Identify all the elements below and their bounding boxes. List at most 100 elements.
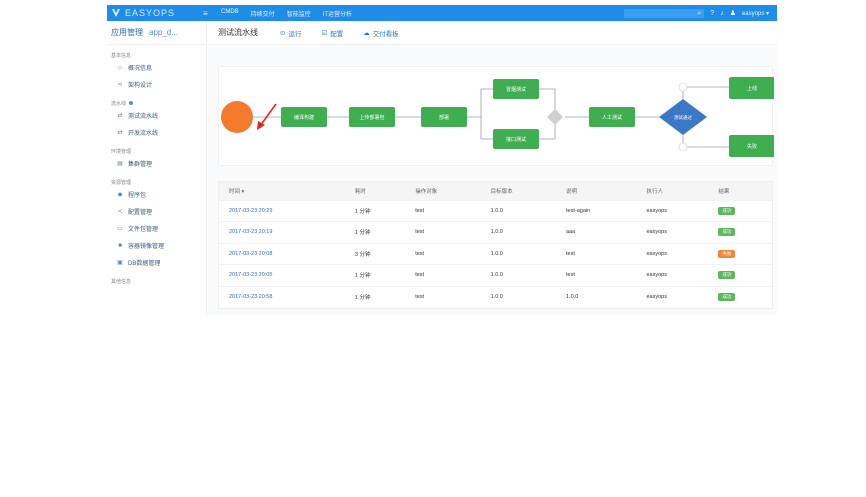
user-icon[interactable]: ♟ [730, 9, 736, 17]
sidebar-item-label: DB数据管理 [128, 261, 161, 267]
run-button[interactable]: ⊙ 运行 [280, 28, 301, 38]
col-description: 说明 [556, 182, 637, 200]
cell-result: 成功 [708, 285, 772, 308]
table-row[interactable]: 2017-03-23 20:05 1 分钟 test 1.0.0 test ea… [219, 264, 772, 286]
brand-name: EASYOPS [125, 8, 176, 18]
share-icon: ⋖ [117, 82, 123, 88]
cell-description: test [556, 264, 637, 286]
cell-target: test [405, 285, 481, 308]
cell-result: 失败 [708, 242, 772, 265]
cell-description: test-again [556, 199, 637, 222]
add-pipeline-icon[interactable] [129, 101, 134, 105]
logo-icon [112, 9, 120, 17]
cell-result: 成功 [708, 264, 772, 286]
cell-operator: easyops [636, 264, 709, 286]
pipeline-flow-diagram: 编译构建 上传部署包 部署 冒烟测试 接口测试 人工测试 测试通过 上线 失败 [218, 66, 774, 166]
flow-node-release-label: 上线 [747, 85, 757, 92]
nav-item-delivery[interactable]: 持续交付 [251, 9, 275, 18]
table-row[interactable]: 2017-03-23 20:19 1 分钟 test 1.0.0 aaa eas… [219, 221, 772, 243]
cell-time[interactable]: 2017-03-23 20:19 [219, 221, 345, 243]
bell-icon[interactable]: ♪ [720, 10, 724, 17]
configure-button[interactable]: ☑ 配置 [321, 28, 343, 38]
status-badge: 失败 [718, 249, 736, 258]
sidebar-item-package[interactable]: ◆ 程序包 [107, 186, 206, 203]
sidebar-item-label: 程序包 [128, 193, 147, 199]
sidebar-item-image[interactable]: ■ 容器镜像管理 [107, 237, 206, 254]
cell-description: test [556, 242, 637, 265]
app-window: EASYOPS ≡ CMDB 持续交付 智能监控 IT运营分析 ⌕ ? ♪ ♟ … [107, 5, 777, 315]
sidebar-item-file-package[interactable]: ▭ 文件包管理 [107, 220, 206, 237]
logo[interactable]: EASYOPS [111, 8, 203, 18]
sidebar-item-db[interactable]: ▣ DB数据管理 [107, 254, 206, 271]
main-content: 测试流水线 ⊙ 运行 ☑ 配置 ☁ 交付看板 编译构建 上传部署包 部署 冒烟测… [208, 21, 777, 315]
db-icon: ▣ [117, 260, 123, 266]
cell-description: 1.0.0 [556, 285, 637, 308]
cell-operator: easyops [636, 242, 709, 265]
flow-node-upload-label: 上传部署包 [359, 114, 384, 121]
sidebar-item-cluster[interactable]: ▤ 集群管理 [107, 155, 206, 172]
cell-time[interactable]: 2017-03-23 20:08 [219, 242, 345, 265]
sidebar-group-pipeline: 流水线 [107, 99, 206, 107]
menu-icon[interactable]: ≡ [203, 9, 211, 18]
col-operator: 执行人 [636, 182, 709, 200]
cell-duration: 3 分钟 [344, 242, 406, 265]
sidebar-group-other: 其他信息 [111, 278, 132, 285]
cell-target: test [405, 242, 481, 265]
delivery-board-button[interactable]: ☁ 交付看板 [363, 28, 399, 38]
cell-description: aaa [556, 221, 637, 243]
status-badge: 成功 [718, 293, 736, 301]
sidebar-item-overview[interactable]: ⌂ 概况信息 [107, 59, 206, 76]
page-title: 测试流水线 [218, 28, 258, 37]
col-time[interactable]: 时间 ▾ [219, 182, 345, 200]
cell-time[interactable]: 2017-03-23 20:58 [219, 285, 345, 308]
sidebar-item-architecture[interactable]: ⋖ 架构设计 [107, 76, 206, 93]
delivery-board-label: 交付看板 [372, 30, 399, 38]
page-header: 测试流水线 ⊙ 运行 ☑ 配置 ☁ 交付看板 [208, 21, 777, 45]
sidebar-item-label: 集群管理 [128, 162, 153, 168]
flow-node-api-test-label: 接口测试 [506, 136, 526, 143]
flow-branch-no-marker [678, 142, 688, 152]
sidebar-item-label: 配置管理 [128, 210, 153, 216]
nav-item-cmdb[interactable]: CMDB [221, 9, 239, 18]
table-row[interactable]: 2017-03-23 20:29 1 分钟 test 1.0.0 test-ag… [219, 199, 772, 222]
cell-duration: 1 分钟 [344, 199, 406, 222]
run-history-table: 时间 ▾ 耗时 操作对象 目标版本 说明 执行人 结果 2017-03-23 2… [218, 181, 773, 309]
cell-version: 1.0.0 [480, 242, 557, 265]
cell-time[interactable]: 2017-03-23 20:29 [219, 199, 345, 222]
cell-time[interactable]: 2017-03-23 20:05 [219, 264, 345, 286]
search-input[interactable]: ⌕ [624, 8, 705, 18]
help-icon[interactable]: ? [710, 10, 714, 17]
top-nav: CMDB 持续交付 智能监控 IT运营分析 [221, 9, 352, 18]
cell-target: test [405, 221, 481, 243]
sidebar-item-config[interactable]: ≺ 配置管理 [107, 203, 206, 220]
cell-duration: 1 分钟 [344, 264, 406, 286]
pipeline-start-node[interactable] [221, 101, 253, 133]
flow-node-failed-label: 失败 [747, 143, 757, 150]
sidebar-title[interactable]: 应用管理 [111, 27, 143, 38]
nav-item-analytics[interactable]: IT运营分析 [323, 9, 352, 18]
cell-version: 1.0.0 [480, 264, 557, 286]
col-duration: 耗时 [344, 182, 406, 200]
doc-icon: ▭ [117, 226, 123, 232]
server-icon: ▤ [117, 161, 123, 167]
sidebar-item-dev-pipeline[interactable]: ⇄ 开发流水线 [107, 124, 206, 141]
table-row[interactable]: 2017-03-23 20:58 1 分钟 test 1.0.0 1.0.0 e… [219, 285, 772, 308]
app-selector[interactable]: app_d... [149, 28, 178, 37]
report-icon: ☁ [363, 29, 370, 37]
top-right-tools: ⌕ ? ♪ ♟ easyops ▾ [624, 8, 769, 18]
image-icon: ■ [118, 242, 122, 249]
col-target: 操作对象 [405, 182, 481, 200]
nav-item-monitor[interactable]: 智能监控 [287, 9, 311, 18]
flow-node-deploy-label: 部署 [439, 114, 449, 121]
search-icon: ⌕ [697, 9, 702, 17]
cell-target: test [405, 199, 481, 222]
table-row[interactable]: 2017-03-23 20:08 3 分钟 test 1.0.0 test ea… [219, 242, 772, 265]
flow-decision-passed-label: 测试通过 [674, 114, 692, 121]
user-menu[interactable]: easyops ▾ [742, 10, 769, 17]
flow-gateway-join [547, 109, 563, 125]
flow-icon: ⇄ [117, 130, 123, 136]
cell-operator: easyops [636, 199, 709, 222]
flow-node-build-label: 编译构建 [294, 114, 314, 121]
sidebar-item-test-pipeline[interactable]: ⇄ 测试流水线 [107, 107, 206, 124]
cell-version: 1.0.0 [480, 199, 557, 222]
